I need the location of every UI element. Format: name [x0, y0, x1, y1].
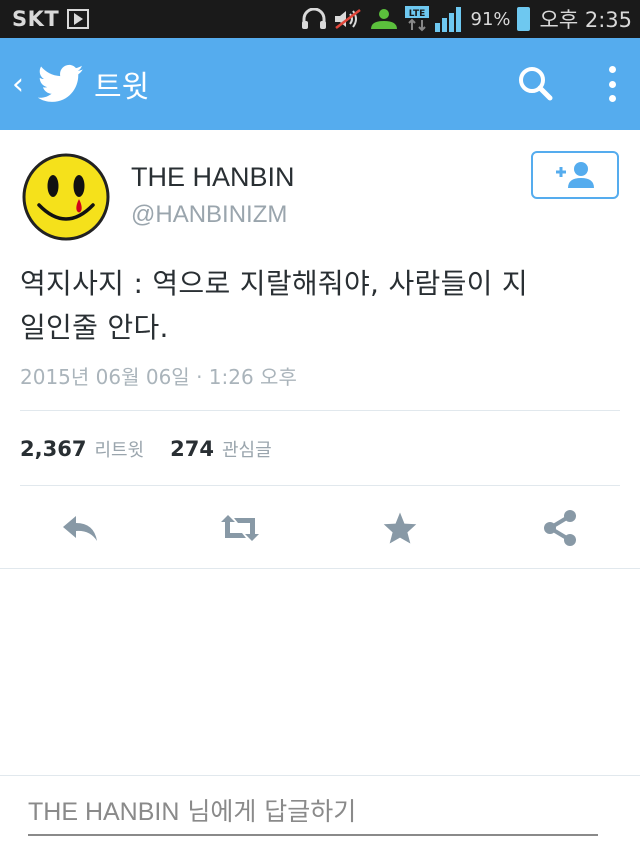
- svg-text:LTE: LTE: [408, 9, 425, 19]
- reply-button[interactable]: [58, 508, 102, 548]
- phone-call-icon: [370, 9, 397, 29]
- divider: [0, 775, 640, 776]
- status-bar: SKT LTE 91% 오후 2:35: [0, 0, 640, 38]
- retweet-button[interactable]: [218, 508, 262, 548]
- tweet-actions: [0, 500, 640, 558]
- retweet-label[interactable]: 리트윗: [94, 436, 144, 462]
- headset-icon: [301, 8, 326, 29]
- favorite-label[interactable]: 관심글: [222, 436, 272, 462]
- play-icon: [67, 9, 90, 29]
- share-button[interactable]: [538, 508, 582, 548]
- battery-percent: 91%: [470, 8, 511, 30]
- page-title: 트윗: [94, 70, 150, 105]
- favorite-count[interactable]: 274: [170, 437, 214, 461]
- reply-placeholder-suffix: 님에게 답글하기: [179, 797, 357, 826]
- tweet-text: 역지사지 : 역으로 지랄해줘야, 사람들이 지 일인줄 안다.: [20, 262, 620, 350]
- tweet-stats: 2,367 리트윗 274 관심글: [20, 436, 272, 462]
- tweet-text-line: 일인줄 안다.: [20, 311, 169, 344]
- overflow-menu-icon[interactable]: [602, 62, 622, 106]
- clock: 오후 2:35: [539, 8, 632, 32]
- display-name[interactable]: THE HANBIN: [131, 162, 295, 193]
- follow-button[interactable]: [531, 151, 619, 199]
- tweet-timestamp: 2015년 06월 06일 · 1:26 오후: [20, 365, 297, 389]
- carrier-label: SKT: [12, 7, 60, 31]
- retweet-count[interactable]: 2,367: [20, 437, 86, 461]
- reply-icon: [63, 516, 97, 541]
- add-user-icon: [556, 162, 594, 188]
- battery-icon: [516, 7, 530, 31]
- share-icon: [544, 510, 576, 546]
- back-chevron-icon[interactable]: ‹: [12, 67, 28, 102]
- favorite-icon: [383, 512, 417, 544]
- avatar[interactable]: [22, 153, 110, 241]
- user-handle[interactable]: @HANBINIZM: [131, 201, 287, 229]
- signal-icon: [434, 7, 461, 32]
- tweet-text-line: 역지사지 : 역으로 지랄해줘야, 사람들이 지: [20, 267, 528, 300]
- divider: [20, 485, 620, 486]
- app-toolbar: ‹ 트윗: [0, 38, 640, 130]
- retweet-icon: [221, 515, 259, 541]
- reply-input[interactable]: THE HANBIN 님에게 답글하기: [28, 788, 598, 836]
- search-icon[interactable]: [514, 62, 558, 106]
- divider: [0, 568, 640, 569]
- lte-icon: LTE: [404, 6, 429, 32]
- mute-icon: [334, 9, 361, 29]
- twitter-bird-icon[interactable]: [38, 64, 84, 104]
- divider: [20, 410, 620, 411]
- favorite-button[interactable]: [378, 508, 422, 548]
- reply-placeholder-name: THE HANBIN: [28, 798, 180, 826]
